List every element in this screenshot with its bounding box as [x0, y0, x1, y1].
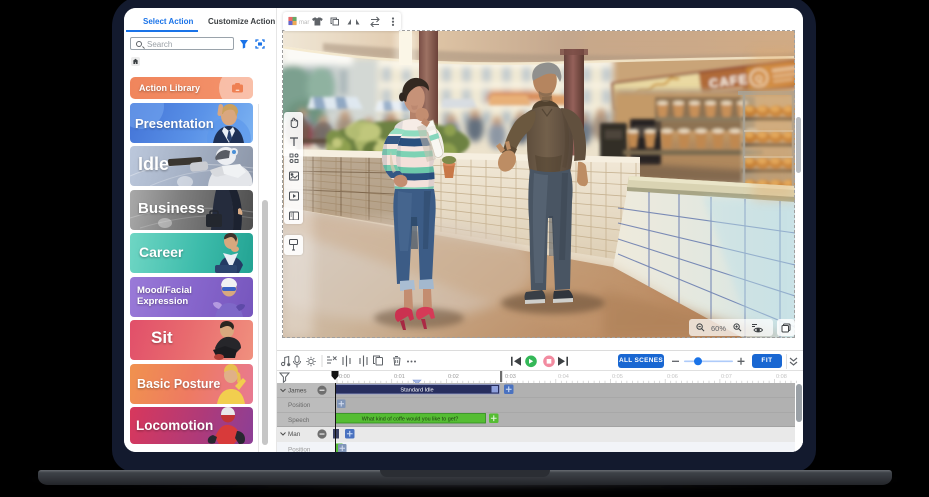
svg-text:Speech: Speech — [288, 417, 310, 424]
svg-text:What kind of coffe would you l: What kind of coffe would you like to get… — [362, 416, 458, 422]
svg-text:Position: Position — [288, 447, 311, 453]
svg-text:Man: Man — [288, 431, 301, 438]
svg-text:James: James — [288, 388, 307, 395]
svg-text:Standard Idle: Standard Idle — [400, 387, 433, 393]
svg-text:Position: Position — [288, 402, 311, 409]
svg-text:mar: mar — [299, 20, 309, 26]
